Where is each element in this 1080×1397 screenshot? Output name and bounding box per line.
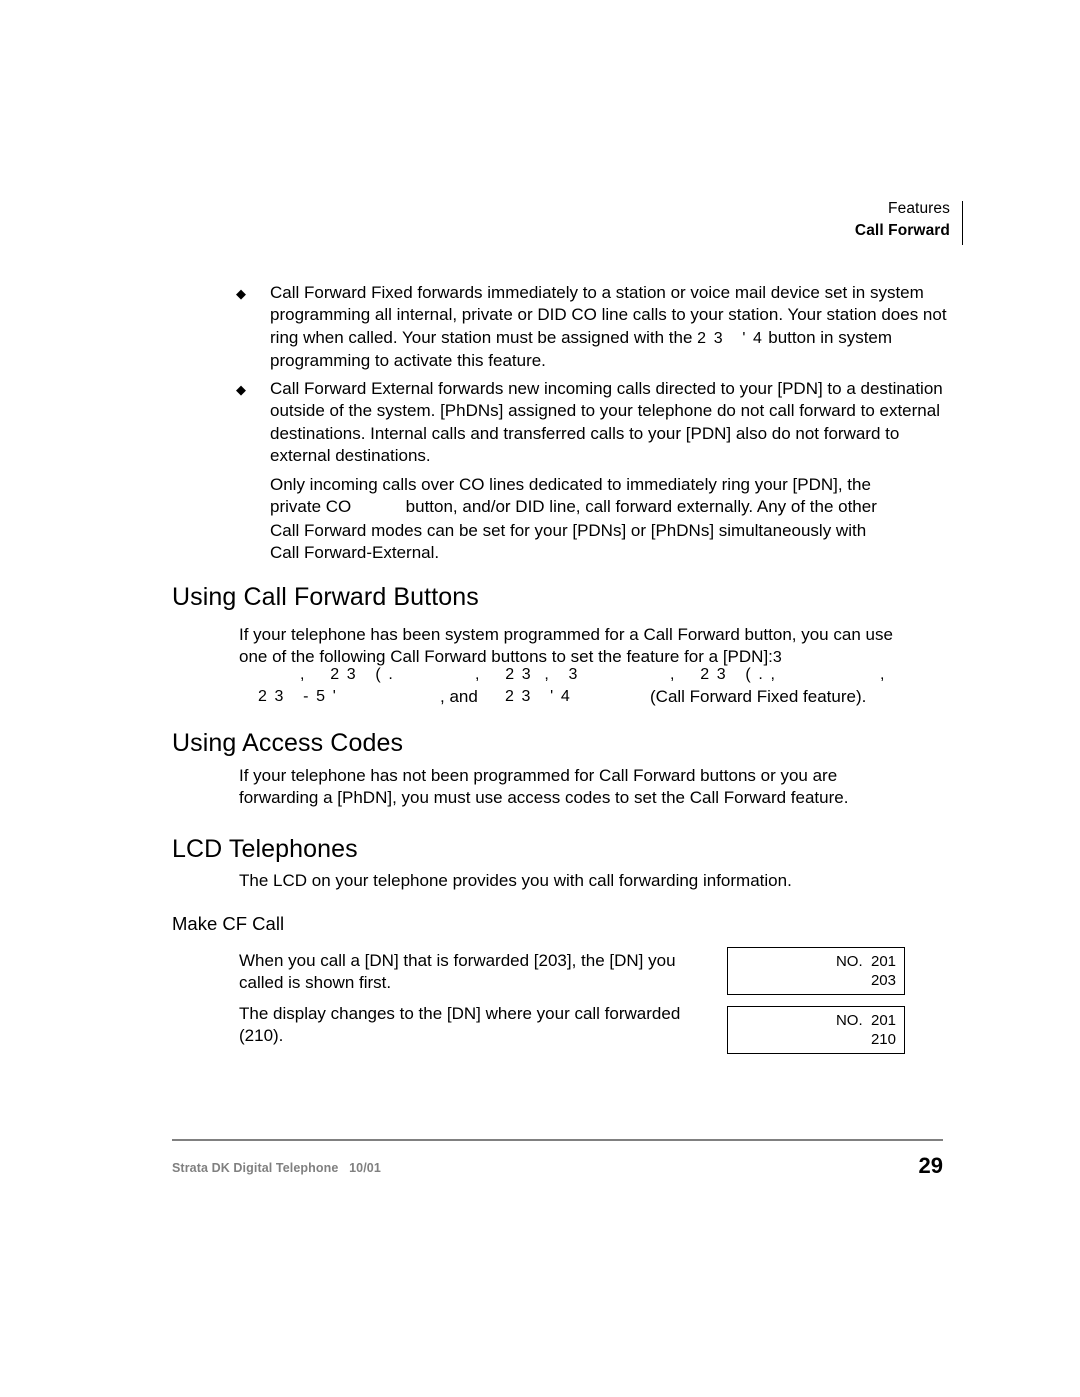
paragraph-line-2: private CO button, and/or DID line, call… bbox=[270, 496, 960, 519]
cf-button-glyph-2: , 2 3 , 3 bbox=[475, 666, 580, 683]
footer-page-number: 29 bbox=[918, 1153, 943, 1178]
lcd-line-2: 203 bbox=[870, 972, 896, 989]
bullet-marker-icon: ◆ bbox=[236, 382, 246, 397]
paragraph-line-2-tail: button, and/or DID line, call forward ex… bbox=[405, 497, 877, 517]
make-cf-call-2-line-1: The display changes to the [DN] where yo… bbox=[239, 1004, 681, 1023]
cf-button-glyph-4: , bbox=[880, 666, 887, 683]
cf-fixed-button-glyph: 2 3 ' 4 bbox=[697, 329, 764, 347]
private-co-button-glyph bbox=[351, 499, 405, 516]
paragraph-line-3: Call Forward modes can be set for your [… bbox=[270, 520, 867, 540]
lcd-line-2: 210 bbox=[870, 1031, 896, 1048]
lcd-line-1: NO. 201 bbox=[835, 953, 896, 970]
lcd-display-box-second: NO. 201 210 bbox=[727, 1006, 905, 1054]
bullet-text: Call Forward Fixed forwards immediately … bbox=[270, 282, 952, 373]
make-cf-call-1-line-1: When you call a [DN] that is forwarded [… bbox=[239, 951, 676, 970]
paragraph-make-cf-call-1: When you call a [DN] that is forwarded [… bbox=[239, 950, 749, 995]
access-codes-line-2: forwarding a [PhDN], you must use access… bbox=[239, 788, 849, 808]
paragraph-lcd-intro: The LCD on your telephone provides you w… bbox=[239, 871, 792, 890]
footer-divider bbox=[172, 1139, 943, 1141]
using-buttons-line-1: If your telephone has been system progra… bbox=[239, 625, 893, 644]
lcd-line-1: NO. 201 bbox=[835, 1012, 896, 1029]
access-codes-line-1: If your telephone has not been programme… bbox=[239, 766, 838, 785]
bullet-call-forward-fixed: ◆ Call Forward Fixed forwards immediatel… bbox=[236, 282, 952, 373]
cf-button-glyph-3: , 2 3 ( . , bbox=[670, 666, 777, 683]
header-vertical-rule bbox=[962, 201, 963, 245]
paragraph-using-buttons: If your telephone has been system progra… bbox=[239, 624, 959, 670]
bullet-text: Call Forward External forwards new incom… bbox=[270, 379, 943, 466]
heading-lcd-telephones: LCD Telephones bbox=[172, 835, 358, 863]
document-page: Features Call Forward ◆ Call Forward Fix… bbox=[0, 0, 1080, 1397]
cf-button-glyph-conjunction: , and bbox=[440, 687, 478, 706]
bullet-marker-icon: ◆ bbox=[236, 286, 246, 301]
heading-using-call-forward-buttons: Using Call Forward Buttons bbox=[172, 583, 479, 611]
header-chapter-label: Features bbox=[888, 200, 950, 217]
make-cf-call-2-line-2: (210). bbox=[239, 1026, 284, 1046]
bullet-call-forward-external: ◆ Call Forward External forwards new inc… bbox=[236, 378, 952, 468]
running-header: Features Call Forward bbox=[854, 198, 963, 245]
paragraph-line-1: Only incoming calls over CO lines dedica… bbox=[270, 475, 871, 494]
subheading-make-cf-call: Make CF Call bbox=[172, 913, 285, 934]
paragraph-using-access-codes: If your telephone has not been programme… bbox=[239, 765, 959, 810]
cf-button-glyph-6: 2 3 ' 4 bbox=[505, 688, 572, 705]
footer-document-title: Strata DK Digital Telephone 10/01 bbox=[172, 1161, 381, 1175]
cf-button-glyph-5: 2 3 - 5 ' bbox=[258, 688, 338, 705]
cf-fixed-feature-note: (Call Forward Fixed feature). bbox=[650, 687, 867, 706]
paragraph-make-cf-call-2: The display changes to the [DN] where yo… bbox=[239, 1003, 749, 1048]
paragraph-line-4: Call Forward-External. bbox=[270, 543, 440, 563]
paragraph-external-details: Only incoming calls over CO lines dedica… bbox=[270, 474, 960, 565]
cf-button-glyph-1: , 2 3 ( . bbox=[300, 666, 395, 683]
heading-using-access-codes: Using Access Codes bbox=[172, 729, 404, 757]
header-section-label: Call Forward bbox=[854, 222, 950, 240]
make-cf-call-1-line-2: called is shown first. bbox=[239, 973, 392, 993]
paragraph-line-2-lead: private CO bbox=[270, 497, 352, 517]
lcd-display-box-first: NO. 201 203 bbox=[727, 947, 905, 995]
